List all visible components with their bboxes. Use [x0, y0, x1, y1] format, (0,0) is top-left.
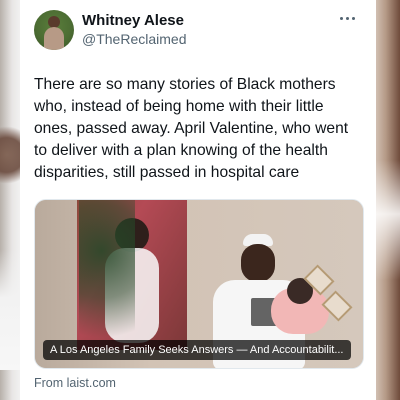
photo-wall-frames: [301, 264, 353, 340]
more-dot: [340, 17, 343, 20]
link-title-caption[interactable]: A Los Angeles Family Seeks Answers — And…: [43, 340, 351, 360]
more-dot: [346, 17, 349, 20]
avatar[interactable]: [34, 10, 74, 50]
tweet-header: Whitney Alese @TheReclaimed: [34, 10, 366, 56]
author-display-name[interactable]: Whitney Alese: [82, 12, 186, 30]
link-preview-card[interactable]: A Los Angeles Family Seeks Answers — And…: [34, 199, 364, 369]
tweet-text: There are so many stories of Black mothe…: [34, 76, 349, 181]
avatar-body-shape: [44, 27, 64, 50]
background-left-blur: [0, 0, 22, 400]
photo-face: [241, 244, 275, 282]
more-dot: [352, 17, 355, 20]
tweet-card[interactable]: Whitney Alese @TheReclaimed There are so…: [20, 0, 376, 400]
background-right-blur: [374, 0, 400, 400]
photo-frame: [303, 264, 335, 296]
author-handle[interactable]: @TheReclaimed: [82, 30, 186, 48]
author-names: Whitney Alese @TheReclaimed: [82, 12, 186, 48]
more-horizontal-icon[interactable]: [340, 14, 358, 24]
link-source[interactable]: From laist.com: [34, 376, 116, 390]
photo-frame: [321, 290, 353, 322]
